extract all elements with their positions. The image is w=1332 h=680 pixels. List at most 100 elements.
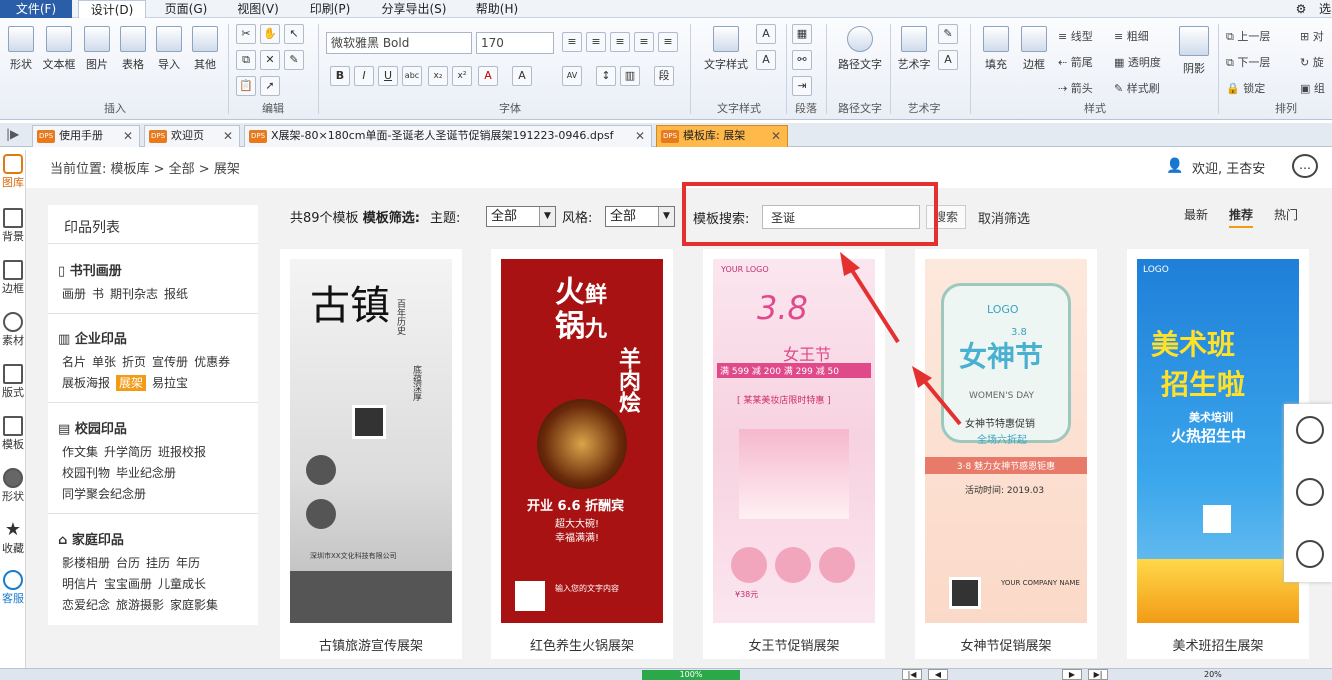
category-link[interactable]: 名片 bbox=[62, 355, 86, 369]
category-link[interactable]: 校园刊物 bbox=[62, 466, 110, 480]
justify-icon[interactable]: ≡ bbox=[634, 32, 654, 52]
line-spacing-icon[interactable]: ↕ bbox=[596, 66, 616, 86]
category-link[interactable]: 期刊杂志 bbox=[110, 287, 158, 301]
template-card[interactable]: LOGO 3.8 女神节 WOMEN'S DAY 女神节特惠促销 全场六折起 3… bbox=[915, 249, 1097, 659]
category-link[interactable]: 台历 bbox=[116, 556, 140, 570]
leftbar-service[interactable]: 客服 bbox=[0, 570, 26, 606]
art-shape-icon[interactable]: A bbox=[938, 50, 958, 70]
font-name-select[interactable]: 微软雅黑 Bold bbox=[326, 32, 472, 54]
cut-icon[interactable]: ✂ bbox=[236, 24, 256, 44]
leftbar-background[interactable]: 背景 bbox=[0, 208, 26, 244]
menu-share-export[interactable]: 分享导出(S) bbox=[374, 0, 454, 18]
align-center-icon[interactable]: ≡ bbox=[586, 32, 606, 52]
art-edit-icon[interactable]: ✎ bbox=[938, 24, 958, 44]
first-page-icon[interactable]: |◀ bbox=[902, 669, 922, 680]
bring-forward-option[interactable]: ⧉ 上一层 bbox=[1226, 28, 1270, 44]
category-link[interactable]: 明信片 bbox=[62, 577, 98, 591]
rotate-option[interactable]: ↻ 旋 bbox=[1300, 54, 1324, 70]
tab-template-library[interactable]: DPS 模板库: 展架 ✕ bbox=[656, 125, 788, 147]
paragraph-icon[interactable]: 段 bbox=[654, 66, 674, 86]
subscript-icon[interactable]: x₂ bbox=[428, 66, 448, 86]
style-brush-option[interactable]: ✎ 样式刷 bbox=[1114, 80, 1160, 96]
char-spacing-icon[interactable]: AV bbox=[562, 66, 582, 86]
last-page-icon[interactable]: ▶| bbox=[1088, 669, 1108, 680]
leftbar-material[interactable]: 素材 bbox=[0, 312, 26, 348]
select-icon[interactable]: ↖ bbox=[284, 24, 304, 44]
menu-print[interactable]: 印刷(P) bbox=[304, 0, 356, 18]
template-card[interactable]: 古镇 百年历史 底蕴深厚 深圳市XX文化科技有限公司 古镇旅游宣传展架 bbox=[280, 249, 462, 659]
font-size-select[interactable]: 170 bbox=[476, 32, 554, 54]
category-link[interactable]: 作文集 bbox=[62, 445, 98, 459]
underline-icon[interactable]: U bbox=[378, 66, 398, 86]
close-icon[interactable]: ✕ bbox=[635, 126, 645, 146]
leftbar-border[interactable]: 边框 bbox=[0, 260, 26, 296]
image-button[interactable]: 图片 bbox=[80, 26, 114, 72]
sort-popular[interactable]: 热门 bbox=[1274, 206, 1298, 223]
pointer-icon[interactable]: ➚ bbox=[260, 76, 280, 96]
category-link[interactable]: 旅游摄影 bbox=[116, 598, 164, 612]
leftbar-template[interactable]: 模板 bbox=[0, 416, 26, 452]
close-icon[interactable]: ✕ bbox=[123, 126, 133, 146]
category-link[interactable]: 易拉宝 bbox=[152, 376, 188, 390]
font-size-up-icon[interactable]: A bbox=[512, 66, 532, 86]
category-link[interactable]: 挂历 bbox=[146, 556, 170, 570]
tab-welcome[interactable]: DPS 欢迎页 ✕ bbox=[144, 125, 240, 147]
template-card[interactable]: LOGO 美术班 招生啦 美术培训 火热招生中 美术班招生展架 bbox=[1127, 249, 1309, 659]
leftbar-layout[interactable]: 版式 bbox=[0, 364, 26, 400]
category-link[interactable]: 报纸 bbox=[164, 287, 188, 301]
theme-select[interactable]: 全部 ▼ bbox=[486, 206, 556, 227]
style-select[interactable]: 全部 ▼ bbox=[605, 206, 675, 227]
panel-toggle-icon[interactable]: |▶ bbox=[6, 127, 19, 141]
next-page-icon[interactable]: ▶ bbox=[1062, 669, 1082, 680]
category-link[interactable]: 毕业纪念册 bbox=[116, 466, 176, 480]
menu-right-label[interactable]: 选 bbox=[1318, 0, 1332, 18]
transparency-option[interactable]: ▦ 透明度 bbox=[1114, 54, 1161, 70]
wechat-icon[interactable] bbox=[1296, 478, 1324, 506]
wrap-icon[interactable]: ▦ bbox=[792, 24, 812, 44]
arrow-tail-option[interactable]: ⇠ 箭尾 bbox=[1058, 54, 1093, 70]
strikethrough-icon[interactable]: abc bbox=[402, 66, 422, 86]
sort-newest[interactable]: 最新 bbox=[1184, 206, 1208, 223]
sort-recommended[interactable]: 推荐 bbox=[1229, 206, 1254, 228]
thickness-option[interactable]: ≡ 粗细 bbox=[1114, 28, 1149, 44]
tab-document[interactable]: DPS X展架-80×180cm单面-圣诞老人圣诞节促销展架191223-0946… bbox=[244, 125, 652, 147]
category-link[interactable]: 宝宝画册 bbox=[104, 577, 152, 591]
art-text-button[interactable]: 艺术字 bbox=[894, 26, 934, 72]
qq-icon[interactable] bbox=[1296, 416, 1324, 444]
textbox-button[interactable]: 文本框 bbox=[40, 26, 78, 72]
category-link[interactable]: 影楼相册 bbox=[62, 556, 110, 570]
send-backward-option[interactable]: ⧉ 下一层 bbox=[1226, 54, 1270, 70]
menu-file[interactable]: 文件(F) bbox=[0, 0, 72, 18]
text-effect-icon[interactable]: A bbox=[756, 50, 776, 70]
hand-icon[interactable]: ✋ bbox=[260, 24, 280, 44]
category-link[interactable]: 优惠券 bbox=[194, 355, 230, 369]
category-link[interactable]: 折页 bbox=[122, 355, 146, 369]
line-type-option[interactable]: ≡ 线型 bbox=[1058, 28, 1093, 44]
italic-icon[interactable]: I bbox=[354, 66, 374, 86]
link-icon[interactable]: ⚯ bbox=[792, 50, 812, 70]
menu-help[interactable]: 帮助(H) bbox=[470, 0, 524, 18]
arrow-head-option[interactable]: ⇢ 箭头 bbox=[1058, 80, 1093, 96]
path-text-button[interactable]: 路径文字 bbox=[834, 26, 886, 72]
columns-icon[interactable]: ▥ bbox=[620, 66, 640, 86]
category-link[interactable]: 单张 bbox=[92, 355, 116, 369]
category-link[interactable]: 宣传册 bbox=[152, 355, 188, 369]
template-card[interactable]: 火鲜 锅九 羊肉烩 开业 6.6 折酬宾 超大大碗! 幸福满满! 输入您的文字内… bbox=[491, 249, 673, 659]
close-icon[interactable]: ✕ bbox=[771, 126, 781, 146]
leftbar-shape[interactable]: 形状 bbox=[0, 468, 26, 504]
superscript-icon[interactable]: x² bbox=[452, 66, 472, 86]
distribute-icon[interactable]: ≡ bbox=[658, 32, 678, 52]
group-option[interactable]: ▣ 组 bbox=[1300, 80, 1325, 96]
align-option[interactable]: ⊞ 对 bbox=[1300, 28, 1324, 44]
text-outline-icon[interactable]: A bbox=[756, 24, 776, 44]
other-button[interactable]: 其他 bbox=[188, 26, 222, 72]
indent-icon[interactable]: ⇥ bbox=[792, 76, 812, 96]
delete-icon[interactable]: ✕ bbox=[260, 50, 280, 70]
category-link[interactable]: 同学聚会纪念册 bbox=[62, 487, 146, 501]
category-link[interactable]: 班报校报 bbox=[158, 445, 206, 459]
headset-icon[interactable] bbox=[1296, 540, 1324, 568]
category-link[interactable]: 家庭影集 bbox=[170, 598, 218, 612]
align-right-icon[interactable]: ≡ bbox=[610, 32, 630, 52]
font-color-icon[interactable]: A bbox=[478, 66, 498, 86]
pen-icon[interactable]: ✎ bbox=[284, 50, 304, 70]
